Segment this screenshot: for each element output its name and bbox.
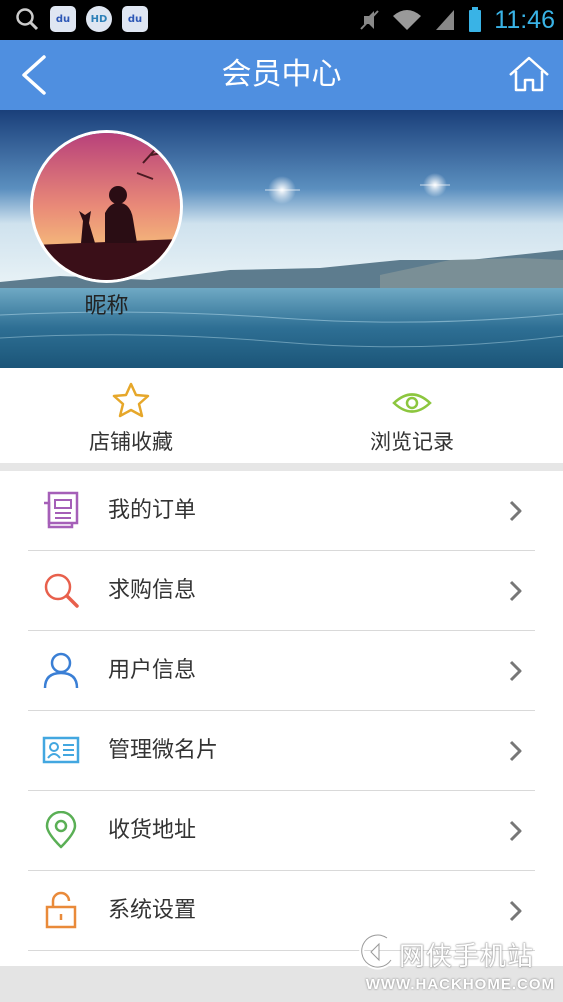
wifi-icon: [393, 10, 422, 30]
status-time: 11:46: [494, 5, 555, 34]
menu-list: 我的订单 求购信息 用户信息 管理微名片 收货地址 系统设置: [0, 471, 563, 951]
status-right: 11:46: [358, 4, 555, 36]
location-pin-icon: [45, 811, 77, 849]
search-icon: [16, 8, 39, 31]
chevron-right-icon: [509, 660, 522, 682]
star-icon: [112, 382, 150, 418]
browse-history-button[interactable]: 浏览记录: [337, 368, 487, 463]
status-bar: du HD du 11:46: [0, 0, 563, 40]
chevron-right-icon: [509, 900, 522, 922]
home-button[interactable]: [507, 52, 551, 98]
chevron-right-icon: [509, 580, 522, 602]
page-title: 会员中心: [221, 57, 342, 92]
menu-item-purchase-requests[interactable]: 求购信息: [28, 551, 535, 631]
favorite-shops-label: 店铺收藏: [89, 430, 173, 454]
hd-app-icon: HD: [86, 6, 112, 32]
menu-label-business-card: 管理微名片: [108, 738, 219, 763]
watermark-brand: 网侠手机站: [399, 942, 535, 972]
mute-icon: [360, 10, 380, 30]
chevron-right-icon: [509, 740, 522, 762]
menu-label-shipping-address: 收货地址: [108, 818, 197, 843]
user-icon: [43, 652, 79, 689]
home-icon: [509, 56, 549, 92]
menu-item-my-orders[interactable]: 我的订单: [28, 471, 535, 551]
watermark-logo-icon: [359, 932, 394, 970]
nickname[interactable]: 昵称: [30, 288, 183, 320]
menu-label-system-settings: 系统设置: [108, 898, 197, 923]
section-divider: [0, 463, 563, 471]
menu-item-business-card[interactable]: 管理微名片: [28, 711, 535, 791]
eye-icon: [392, 393, 432, 413]
menu-label-user-info: 用户信息: [108, 658, 197, 683]
unlock-icon: [45, 891, 77, 929]
menu-item-user-info[interactable]: 用户信息: [28, 631, 535, 711]
chevron-right-icon: [509, 820, 522, 842]
signal-icon: [436, 10, 455, 30]
avatar[interactable]: [30, 130, 183, 283]
avatar-image: [33, 133, 180, 280]
order-document-icon: [44, 491, 79, 529]
search-icon: [44, 573, 79, 608]
chevron-right-icon: [509, 500, 522, 522]
quick-actions: 店铺收藏 浏览记录: [0, 368, 563, 463]
baidu-app-icon-2: du: [122, 6, 148, 32]
menu-label-my-orders: 我的订单: [108, 498, 197, 523]
browse-history-label: 浏览记录: [370, 430, 454, 454]
baidu-app-icon: du: [50, 6, 76, 32]
business-card-icon: [42, 736, 80, 764]
watermark-url: WWW.HACKHOME.COM: [365, 976, 555, 993]
menu-label-purchase-requests: 求购信息: [108, 578, 197, 603]
battery-icon: [469, 7, 482, 32]
favorite-shops-button[interactable]: 店铺收藏: [56, 368, 206, 463]
watermark: 网侠手机站 WWW.HACKHOME.COM: [355, 928, 555, 998]
status-left: du HD du: [14, 6, 148, 32]
menu-item-shipping-address[interactable]: 收货地址: [28, 791, 535, 871]
app-header: 会员中心: [0, 40, 563, 110]
